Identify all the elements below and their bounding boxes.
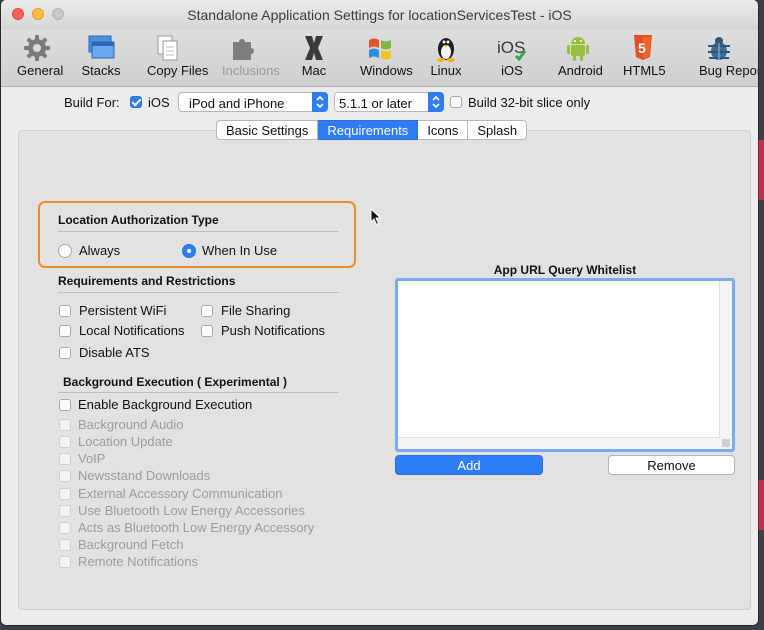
ios-icon: iOS bbox=[497, 38, 527, 62]
background-option-label: External Accessory Communication bbox=[78, 486, 283, 501]
toolbar-label: Android bbox=[558, 63, 603, 78]
linux-penguin-icon bbox=[437, 38, 455, 62]
external-accessory-checkbox[interactable] bbox=[59, 488, 71, 500]
background-option-label: Background Fetch bbox=[78, 537, 184, 552]
ble-accessories-checkbox[interactable] bbox=[59, 505, 71, 517]
disable-ats-checkbox[interactable] bbox=[59, 347, 71, 359]
build-for-label: Build For: bbox=[64, 95, 120, 110]
radio-when-in-use[interactable] bbox=[182, 244, 196, 258]
background-option-label: VoIP bbox=[78, 451, 106, 466]
persistent-wifi-label: Persistent WiFi bbox=[79, 303, 167, 318]
mac-x-icon bbox=[305, 36, 323, 60]
build-for-bar: Build For: iOS iPod and iPhone 5.1.1 or … bbox=[1, 87, 758, 117]
copy-files-icon bbox=[157, 35, 178, 61]
divider bbox=[58, 392, 339, 393]
tab-icons[interactable]: Icons bbox=[418, 120, 469, 140]
toolbar-label: HTML5 bbox=[623, 63, 666, 78]
gear-icon bbox=[24, 35, 50, 61]
whitelist-title: App URL Query Whitelist bbox=[493, 263, 637, 277]
title-bar: Standalone Application Settings for loca… bbox=[1, 0, 758, 30]
background-option-label: Location Update bbox=[78, 434, 173, 449]
toolbar-label: Copy Files bbox=[147, 63, 209, 78]
stacks-icon bbox=[88, 35, 115, 59]
build-32bit-checkbox[interactable] bbox=[450, 96, 462, 108]
horizontal-scrollbar[interactable] bbox=[398, 437, 720, 449]
settings-window: Standalone Application Settings for loca… bbox=[1, 0, 758, 625]
background-audio-checkbox[interactable] bbox=[59, 419, 71, 431]
add-button[interactable]: Add bbox=[395, 455, 543, 475]
tab-basic-settings[interactable]: Basic Settings bbox=[216, 120, 319, 140]
html5-shield-icon: 5 bbox=[634, 35, 652, 60]
radio-when-in-use-label: When In Use bbox=[202, 243, 278, 258]
persistent-wifi-checkbox[interactable] bbox=[59, 305, 71, 317]
local-notifications-checkbox[interactable] bbox=[59, 325, 71, 337]
tab-splash[interactable]: Splash bbox=[468, 120, 528, 140]
requirements-title: Requirements and Restrictions bbox=[58, 274, 236, 288]
file-sharing-label: File Sharing bbox=[221, 303, 291, 318]
build-32bit-label: Build 32-bit slice only bbox=[468, 95, 591, 110]
newsstand-downloads-checkbox[interactable] bbox=[59, 470, 71, 482]
ios-checkbox-label: iOS bbox=[148, 95, 170, 110]
toolbar-label: Windows bbox=[360, 63, 413, 78]
tab-requirements[interactable]: Requirements bbox=[318, 120, 419, 140]
background-option-label: Acts as Bluetooth Low Energy Accessory bbox=[78, 520, 315, 535]
toolbar-label: Bug Reports bbox=[699, 63, 758, 78]
background-option-label: Remote Notifications bbox=[78, 554, 198, 569]
chevron-updown-icon bbox=[312, 92, 328, 112]
resize-grip-icon bbox=[722, 439, 730, 447]
voip-checkbox[interactable] bbox=[59, 453, 71, 465]
remote-notifications-checkbox[interactable] bbox=[59, 556, 71, 568]
ios-checkbox[interactable] bbox=[130, 96, 142, 108]
toolbar-label: General bbox=[17, 63, 64, 78]
vertical-scrollbar[interactable] bbox=[719, 281, 732, 449]
window-title: Standalone Application Settings for loca… bbox=[187, 7, 572, 23]
mouse-pointer-icon bbox=[370, 208, 382, 226]
disable-ats-label: Disable ATS bbox=[79, 345, 150, 360]
toolbar: General Stacks Copy Files Inclusions Mac… bbox=[1, 30, 758, 87]
enable-background-label: Enable Background Execution bbox=[78, 397, 253, 412]
background-fetch-checkbox[interactable] bbox=[59, 539, 71, 551]
settings-tabs: Basic Settings Requirements Icons Splash bbox=[216, 120, 528, 140]
version-popup-value: 5.1.1 or later bbox=[339, 96, 412, 111]
background-option-label: Newsstand Downloads bbox=[78, 468, 211, 483]
location-authorization-title: Location Authorization Type bbox=[58, 213, 219, 227]
toolbar-label: Linux bbox=[430, 63, 462, 78]
puzzle-icon bbox=[233, 39, 254, 60]
ble-accessory-role-checkbox[interactable] bbox=[59, 522, 71, 534]
radio-always[interactable] bbox=[58, 244, 72, 258]
whitelist-listbox[interactable] bbox=[395, 278, 735, 452]
toolbar-label: Mac bbox=[301, 63, 327, 78]
windows-logo-icon bbox=[369, 38, 391, 60]
toolbar-label: iOS bbox=[501, 63, 523, 78]
remove-button[interactable]: Remove bbox=[608, 455, 735, 475]
radio-always-label: Always bbox=[79, 243, 121, 258]
push-notifications-label: Push Notifications bbox=[221, 323, 326, 338]
divider bbox=[58, 292, 339, 293]
background-option-label: Background Audio bbox=[78, 417, 184, 432]
android-robot-icon bbox=[567, 37, 589, 61]
chevron-updown-icon bbox=[428, 92, 444, 112]
push-notifications-checkbox[interactable] bbox=[201, 325, 213, 337]
toolbar-label: Stacks bbox=[81, 63, 121, 78]
bug-icon bbox=[708, 37, 730, 60]
location-update-checkbox[interactable] bbox=[59, 436, 71, 448]
file-sharing-checkbox[interactable] bbox=[201, 305, 213, 317]
toolbar-label: Inclusions bbox=[222, 63, 280, 78]
device-popup[interactable]: iPod and iPhone bbox=[178, 92, 328, 112]
device-popup-value: iPod and iPhone bbox=[189, 96, 285, 111]
svg-text:5: 5 bbox=[638, 40, 646, 56]
background-option-label: Use Bluetooth Low Energy Accessories bbox=[78, 503, 305, 518]
version-popup[interactable]: 5.1.1 or later bbox=[334, 92, 444, 112]
divider bbox=[58, 231, 339, 232]
background-execution-title: Background Execution ( Experimental ) bbox=[63, 375, 288, 389]
local-notifications-label: Local Notifications bbox=[79, 323, 185, 338]
enable-background-checkbox[interactable] bbox=[59, 399, 71, 411]
